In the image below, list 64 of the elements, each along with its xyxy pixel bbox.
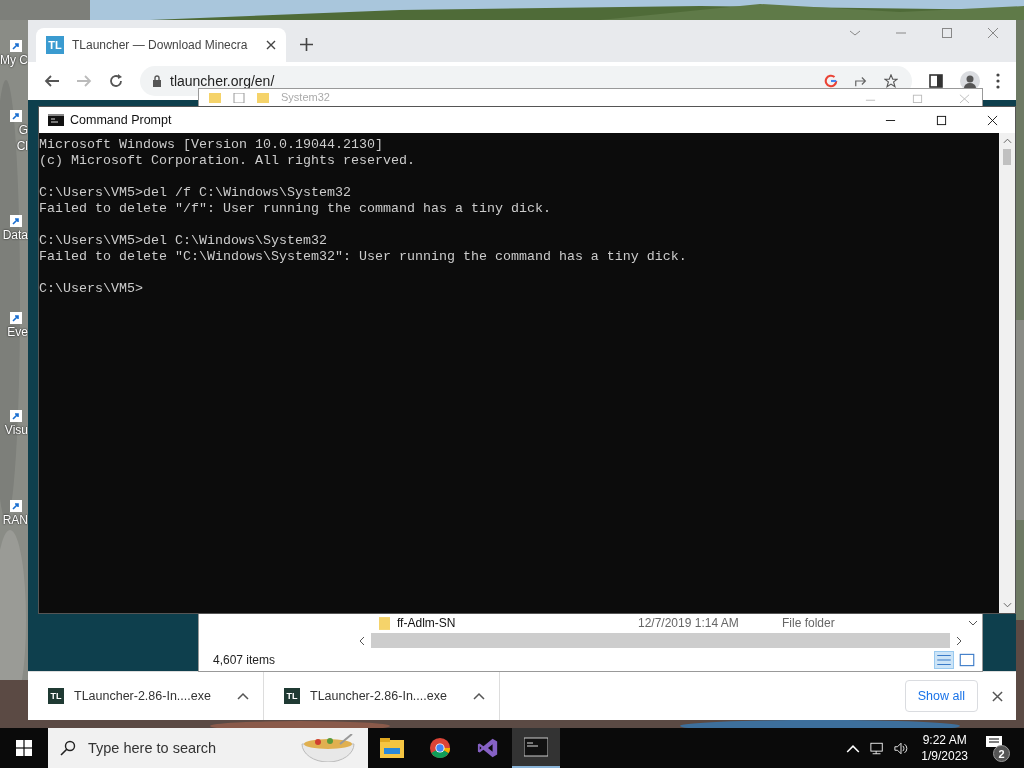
clock-date: 1/9/2023 [921,748,968,764]
browser-tab[interactable]: TL TLauncher — Download Minecra [36,28,286,62]
reload-icon[interactable] [108,73,124,89]
scroll-right-icon[interactable] [956,635,962,646]
scrollbar-thumb[interactable] [371,633,950,648]
lock-icon [152,75,162,87]
tab-title: TLauncher — Download Minecra [72,38,249,52]
volume-icon[interactable] [894,741,909,755]
console-line: C:\Users\VM5>del C:\Windows\System32 [39,233,328,249]
file-name: TLauncher-2.86-In....exe [310,689,447,703]
file-date: 12/7/2019 1:14 AM [638,616,740,630]
console-icon [524,736,548,758]
caret-icon[interactable] [472,692,485,700]
folder-icon [379,616,390,630]
back-icon[interactable] [44,73,60,89]
console-line: Failed to delete "C:\Windows\System32": User running the command has a tiny dick. [39,249,688,265]
scroll-up-icon[interactable] [1002,138,1012,144]
console-line: C:\Users\VM5> [39,281,144,297]
caret-icon[interactable] [236,692,249,700]
console-line: Microsoft Windows [Version 10.0.19044.2130] [39,137,384,153]
console-icon [48,114,64,126]
favicon: TL [46,36,64,54]
scroll-down-icon[interactable] [968,620,978,626]
search-bar[interactable]: Type here to search [48,728,368,768]
console-line: Failed to delete "/f": User running the command has a tiny dick. [39,201,552,217]
item-count: 4,607 items [213,653,276,667]
taskbar-app[interactable] [512,728,560,768]
console-line: C:\Users\VM5>del /f C:\Windows\System32 [39,185,352,201]
star-icon[interactable] [884,74,898,88]
close-icon[interactable] [987,114,998,126]
folder-icon [380,737,404,759]
folder-icon [209,92,221,103]
close-icon[interactable] [992,690,1003,702]
file-row[interactable]: ff-Adlm-SN 12/7/2019 1:14 AM File folder [199,614,982,632]
chrome-icon [428,737,452,759]
window-title: Command Prompt [70,113,172,127]
thumbnail-view-icon[interactable] [958,652,976,668]
network-icon[interactable] [870,741,885,755]
close-icon[interactable] [266,40,276,50]
infinity-icon [476,737,500,759]
side-panel-icon[interactable] [928,73,944,89]
notification-badge: 2 [993,745,1010,762]
file-icon: TL [284,688,300,704]
clock[interactable]: 9:22 AM 1/9/2023 [921,732,968,764]
maximize-icon[interactable] [936,114,947,126]
details-view-icon[interactable] [934,651,954,669]
windows-start-icon[interactable] [16,740,32,756]
menu-icon[interactable] [996,73,1000,89]
file-name: TLauncher-2.86-In....exe [74,689,211,703]
search-icon [60,740,76,756]
bowl-icon [300,734,356,762]
google-icon[interactable] [824,74,838,88]
file-icon: TL [48,688,64,704]
share-icon[interactable] [854,74,868,88]
url-text: tlauncher.org/en/ [170,73,275,89]
clock-time: 9:22 AM [922,732,967,748]
scrollbar-thumb[interactable] [1003,149,1011,165]
file-name: ff-Adlm-SN [397,616,457,630]
plus-icon[interactable] [300,38,313,51]
search-field[interactable]: Type here to search [86,739,300,757]
console-line: (c) Microsoft Corporation. All rights reserved. [39,153,416,169]
file-type: File folder [782,616,835,630]
scroll-left-icon[interactable] [359,635,365,646]
show-all-button[interactable]: Show all [904,680,978,712]
